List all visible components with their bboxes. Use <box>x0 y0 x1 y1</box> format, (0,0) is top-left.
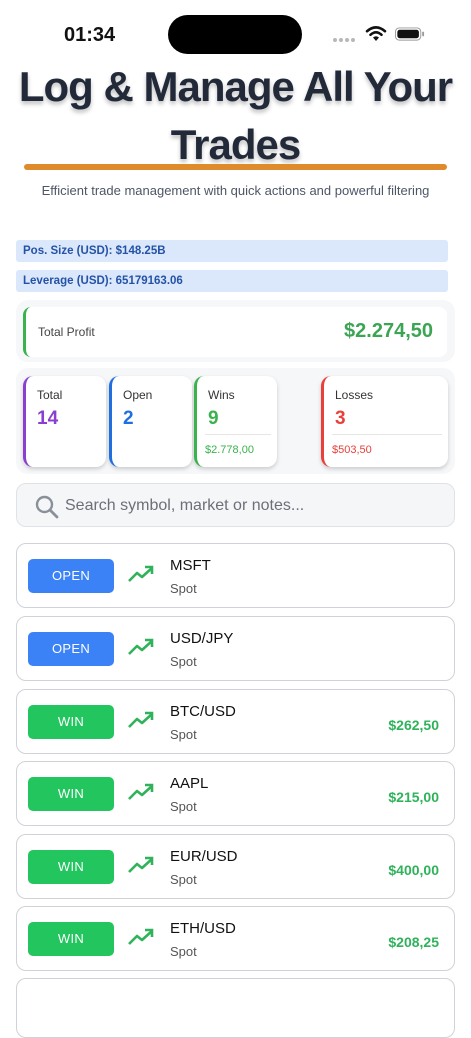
trade-market: Spot <box>170 944 197 959</box>
stat-value: 3 <box>335 408 346 429</box>
stat-amount: $503,50 <box>332 444 372 456</box>
leverage-info: Leverage (USD): 65179163.06 <box>16 270 448 292</box>
signal-icon <box>333 38 359 44</box>
trade-status-button[interactable]: WIN <box>28 705 114 739</box>
trade-amount: $215,00 <box>388 789 439 805</box>
trade-status-button[interactable]: WIN <box>28 777 114 811</box>
stat-label: Total <box>37 388 63 402</box>
stat-card-total[interactable]: Total 14 <box>23 376 106 467</box>
total-profit-card: Total Profit $2.274,50 <box>23 307 447 357</box>
page-subtitle: Efficient trade management with quick ac… <box>41 183 430 198</box>
stat-value: 14 <box>37 408 59 429</box>
trade-amount: $208,25 <box>388 934 439 950</box>
total-profit-label: Total Profit <box>38 325 95 339</box>
trade-row[interactable] <box>16 978 455 1038</box>
status-time: 01:34 <box>64 24 116 46</box>
stat-amount: $2.778,00 <box>205 444 254 456</box>
trending-up-icon <box>128 565 154 582</box>
trade-row[interactable]: WIN BTC/USD Spot $262,50 <box>16 689 455 754</box>
stat-card-wins[interactable]: Wins 9 $2.778,00 <box>194 376 277 467</box>
stat-value: 9 <box>208 408 219 429</box>
dynamic-island <box>168 15 302 54</box>
trade-row[interactable]: OPEN MSFT Spot <box>16 543 455 608</box>
trade-row[interactable]: WIN EUR/USD Spot $400,00 <box>16 834 455 899</box>
trade-symbol: ETH/USD <box>170 920 236 937</box>
stat-card-open[interactable]: Open 2 <box>109 376 192 467</box>
trade-row[interactable]: WIN ETH/USD Spot $208,25 <box>16 906 455 971</box>
position-size-info: Pos. Size (USD): $148.25B <box>16 240 448 262</box>
wifi-icon <box>365 26 387 41</box>
trade-market: Spot <box>170 581 197 596</box>
total-profit-value: $2.274,50 <box>344 320 433 342</box>
stat-label: Wins <box>208 388 235 402</box>
trending-up-icon <box>128 928 154 945</box>
trade-row[interactable]: WIN AAPL Spot $215,00 <box>16 761 455 826</box>
trade-status-button[interactable]: OPEN <box>28 632 114 666</box>
stat-card-losses[interactable]: Losses 3 $503,50 <box>321 376 448 467</box>
search-icon <box>35 495 59 519</box>
page-title: Log & Manage All Your Trades <box>18 63 453 168</box>
trade-amount: $262,50 <box>388 717 439 733</box>
stat-value: 2 <box>123 408 134 429</box>
trade-status-button[interactable]: WIN <box>28 922 114 956</box>
search-input[interactable] <box>63 490 447 522</box>
profit-section: Total Profit $2.274,50 <box>16 300 455 362</box>
title-underline <box>24 164 447 170</box>
battery-icon <box>395 27 425 41</box>
trade-market: Spot <box>170 654 197 669</box>
trade-market: Spot <box>170 872 197 887</box>
trade-symbol: EUR/USD <box>170 848 238 865</box>
trade-market: Spot <box>170 727 197 742</box>
stat-label: Open <box>123 388 153 402</box>
trending-up-icon <box>128 711 154 728</box>
stat-divider <box>205 434 271 435</box>
trade-symbol: BTC/USD <box>170 703 236 720</box>
stat-divider <box>332 434 442 435</box>
trade-status-button[interactable]: OPEN <box>28 559 114 593</box>
trade-amount: $400,00 <box>388 862 439 878</box>
trending-up-icon <box>128 856 154 873</box>
trade-symbol: USD/JPY <box>170 630 234 647</box>
trending-up-icon <box>128 638 154 655</box>
search-bar[interactable] <box>16 483 455 527</box>
trade-status-button[interactable]: WIN <box>28 850 114 884</box>
trade-row[interactable]: OPEN USD/JPY Spot <box>16 616 455 681</box>
stat-label: Losses <box>335 388 374 402</box>
trade-market: Spot <box>170 799 197 814</box>
trade-symbol: AAPL <box>170 775 209 792</box>
stats-section: Total 14 Open 2 Wins 9 $2.778,00 Losses … <box>16 368 455 474</box>
trade-symbol: MSFT <box>170 557 211 574</box>
trending-up-icon <box>128 783 154 800</box>
